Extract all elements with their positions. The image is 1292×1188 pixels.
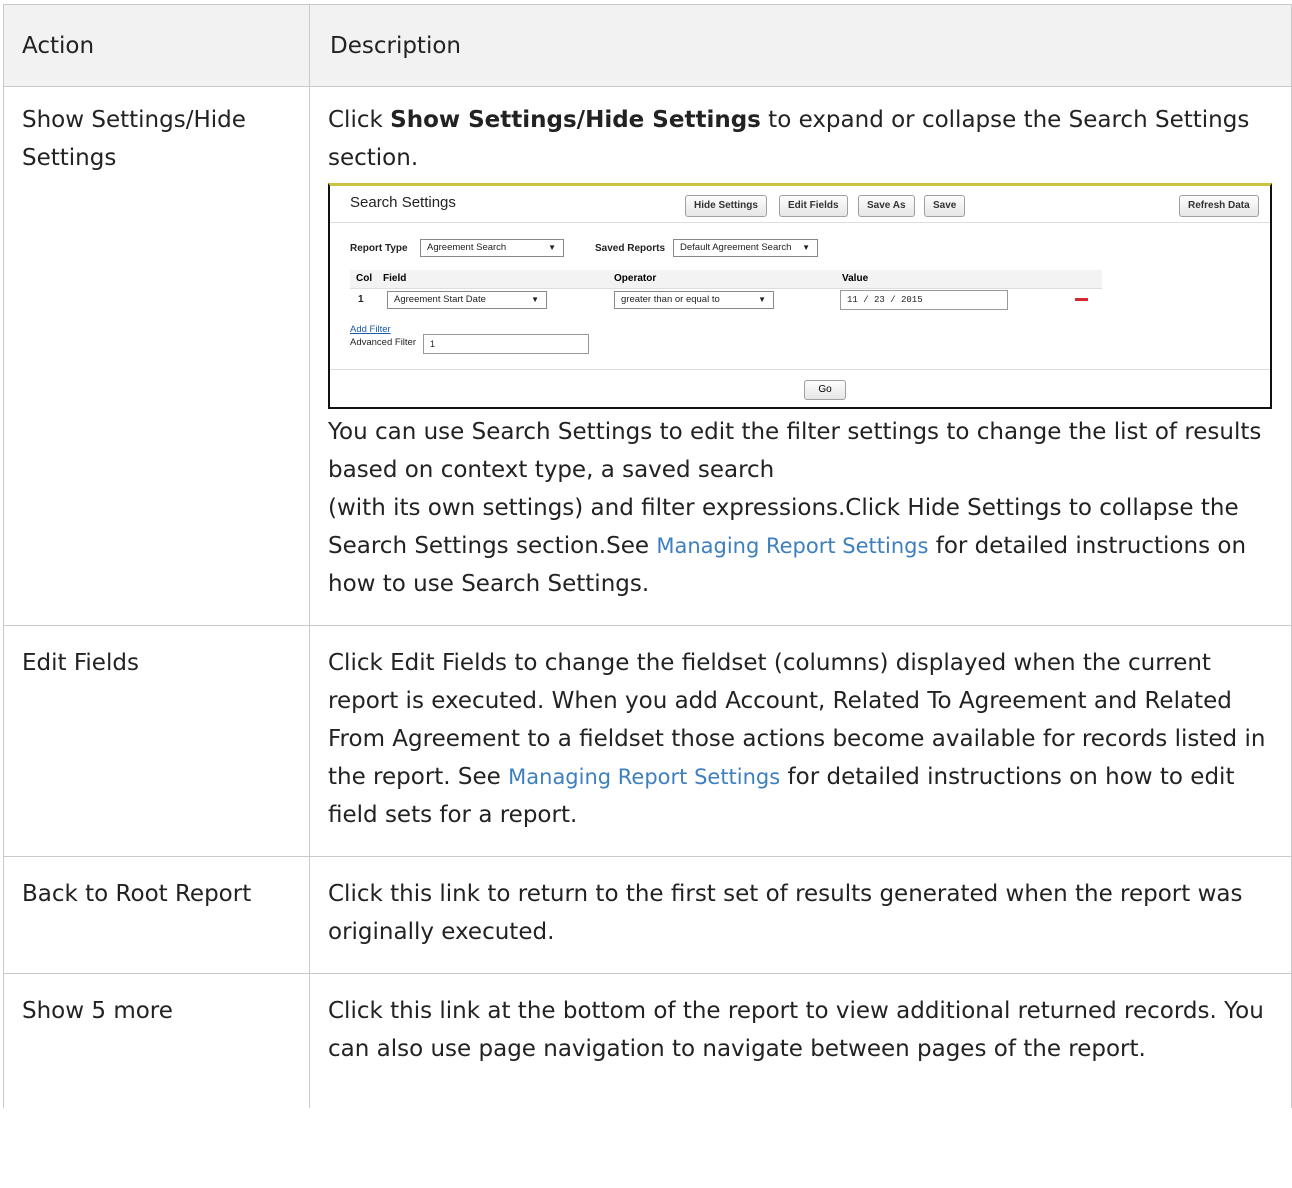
hide-settings-button[interactable]: Hide Settings [685, 195, 767, 217]
field-header: Field [383, 273, 407, 284]
action-cell: Show 5 more [3, 973, 310, 1108]
header-description: Description [309, 4, 1292, 87]
search-settings-header: Search Settings Hide Settings Edit Field… [330, 186, 1270, 223]
save-as-button[interactable]: Save As [858, 195, 915, 217]
description-cell: Click this link at the bottom of the rep… [309, 973, 1292, 1108]
go-button[interactable]: Go [804, 380, 846, 400]
add-filter-link[interactable]: Add Filter [350, 324, 391, 335]
table-row: Edit Fields Click Edit Fields to change … [3, 625, 1292, 857]
table-row: Show Settings/Hide Settings Click Show S… [3, 86, 1292, 626]
report-type-label: Report Type [350, 243, 408, 254]
chevron-down-icon: ▼ [548, 243, 556, 252]
save-button[interactable]: Save [924, 195, 966, 217]
table-row: Back to Root Report Click this link to r… [3, 856, 1292, 974]
field-select[interactable]: Agreement Start Date ▼ [387, 291, 547, 309]
operator-header: Operator [614, 273, 657, 284]
header-action: Action [3, 4, 310, 87]
description-cell: Click this link to return to the first s… [309, 856, 1292, 974]
report-type-select[interactable]: Agreement Search ▼ [420, 239, 564, 257]
description-intro: Click Show Settings/Hide Settings to exp… [328, 107, 1250, 171]
filter-row-number: 1 [358, 294, 364, 305]
saved-reports-label: Saved Reports [595, 243, 666, 254]
managing-report-settings-link[interactable]: Managing Report Settings [508, 765, 780, 789]
description-body: You can use Search Settings to edit the … [328, 419, 1262, 597]
bold-term: Show Settings/Hide Settings [390, 107, 761, 133]
operator-select[interactable]: greater than or equal to ▼ [614, 291, 774, 309]
filter-grid-header: Col Field Operator Value [350, 270, 1102, 289]
chevron-down-icon: ▼ [802, 243, 810, 252]
table-header-row: Action Description [3, 4, 1292, 87]
actions-table: Action Description Show Settings/Hide Se… [3, 4, 1292, 1108]
col-header: Col [356, 273, 373, 284]
chevron-down-icon: ▼ [531, 295, 539, 304]
saved-reports-select[interactable]: Default Agreement Search ▼ [673, 239, 818, 257]
managing-report-settings-link[interactable]: Managing Report Settings [656, 534, 928, 558]
edit-fields-button[interactable]: Edit Fields [779, 195, 848, 217]
chevron-down-icon: ▼ [758, 295, 766, 304]
value-header: Value [842, 273, 869, 284]
action-cell: Edit Fields [3, 625, 310, 857]
divider [330, 369, 1270, 370]
value-input[interactable]: 11 / 23 / 2015 [840, 290, 1008, 310]
description-cell: Click Show Settings/Hide Settings to exp… [309, 86, 1292, 626]
search-settings-screenshot: Search Settings Hide Settings Edit Field… [328, 183, 1272, 409]
advanced-filter-label: Advanced Filter [350, 337, 417, 348]
search-settings-title: Search Settings [350, 194, 456, 211]
advanced-filter-input[interactable]: 1 [423, 334, 589, 354]
refresh-data-button[interactable]: Refresh Data [1179, 195, 1259, 217]
description-cell: Click Edit Fields to change the fieldset… [309, 625, 1292, 857]
action-cell: Back to Root Report [3, 856, 310, 974]
action-cell: Show Settings/Hide Settings [3, 86, 310, 626]
remove-filter-icon[interactable] [1075, 298, 1088, 301]
table-row: Show 5 more Click this link at the botto… [3, 973, 1292, 1108]
